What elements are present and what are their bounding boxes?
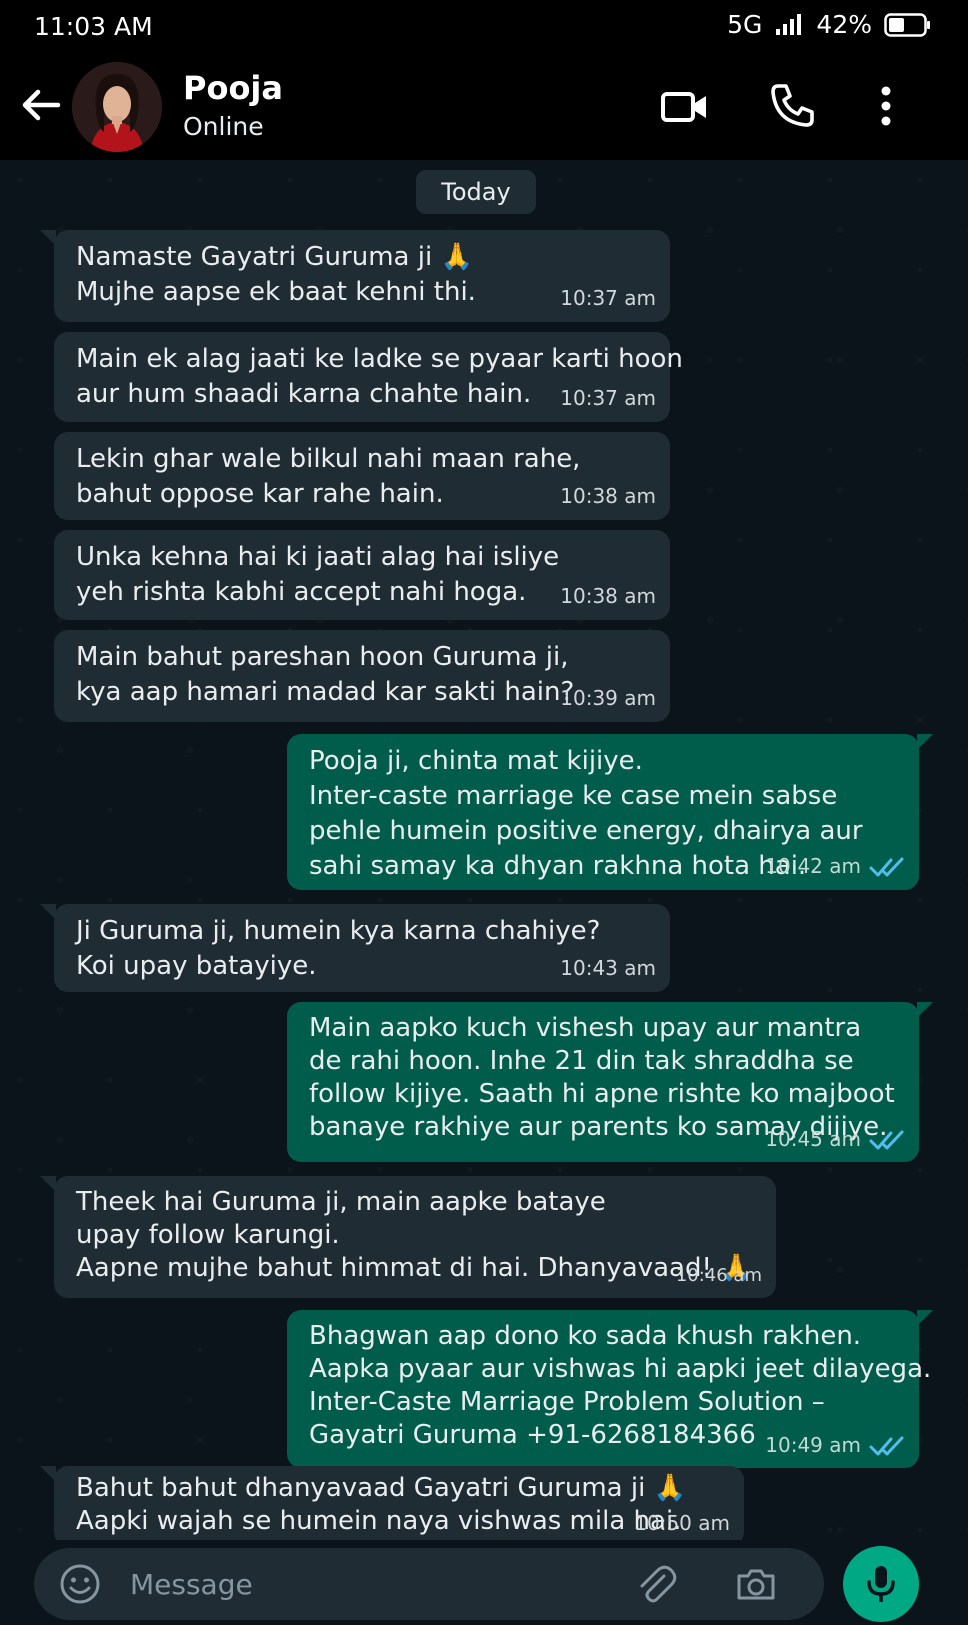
message-line: Inter-caste marriage ke case mein sabse [309,781,838,811]
message-line: Unka kehna hai ki jaati alag hai isliye [76,542,560,572]
status-indicators: 5G 42% [727,10,932,39]
message-line: follow kijiye. Saath hi apne rishte ko m… [309,1079,895,1109]
message-input-box [34,1548,824,1620]
message-meta: 10:45 am [765,1123,905,1156]
double-check-icon [869,1130,904,1149]
more-vert-icon[interactable] [868,82,904,130]
message-bubble-outgoing[interactable]: Main aapko kuch vishesh upay aur mantra … [287,1002,933,1162]
message-meta: 10:38 am [560,479,656,514]
video-call-icon[interactable] [660,82,710,132]
message-line: Namaste Gayatri Guruma ji 🙏 [76,242,473,272]
message-line: de rahi hoon. Inhe 21 din tak shraddha s… [309,1046,854,1076]
message-meta: 10:49 am [765,1429,905,1462]
contact-name[interactable]: Pooja [183,69,283,107]
message-line: Main aapko kuch vishesh upay aur mantra [309,1013,862,1043]
message-meta: 10:37 am [560,381,656,416]
message-line: pehle humein positive energy, dhairya au… [309,816,863,846]
message-bubble-incoming[interactable]: Main bahut pareshan hoon Guruma ji, kya … [54,630,670,722]
message-line: Lekin ghar wale bilkul nahi maan rahe, [76,444,581,474]
mic-icon [867,1566,895,1602]
camera-icon[interactable] [734,1562,778,1606]
message-line: Inter-Caste Marriage Problem Solution – [309,1387,825,1417]
avatar[interactable] [72,62,162,152]
back-arrow-icon[interactable] [18,82,64,128]
message-time: 10:43 am [560,956,656,980]
message-bubble-incoming[interactable]: Theek hai Guruma ji, main aapke bataye u… [40,1176,776,1298]
message-line: Theek hai Guruma ji, main aapke bataye [76,1187,606,1217]
message-bubble-incoming[interactable]: Unka kehna hai ki jaati alag hai isliye … [54,530,670,620]
message-bubble-incoming[interactable]: Main ek alag jaati ke ladke se pyaar kar… [54,332,683,422]
message-bubble-incoming[interactable]: Ji Guruma ji, humein kya karna chahiye? … [40,904,670,992]
message-line: Ji Guruma ji, humein kya karna chahiye? [76,916,601,946]
message-meta: 10:37 am [560,281,656,316]
message-time: 10:50 am [634,1511,730,1535]
message-time: 10:37 am [560,386,656,410]
message-line: Bhagwan aap dono ko sada khush rakhen. [309,1321,862,1351]
message-bubble-incoming[interactable]: Bahut bahut dhanyavaad Gayatri Guruma ji… [40,1466,744,1540]
double-check-icon [869,857,904,876]
attach-icon[interactable] [634,1562,678,1606]
message-line: Bahut bahut dhanyavaad Gayatri Guruma ji… [76,1473,686,1503]
message-time: 10:49 am [765,1433,861,1457]
message-time: 10:45 am [765,1127,861,1151]
message-time: 10:42 am [765,854,861,878]
contact-status: Online [183,112,264,141]
chat-area[interactable]: Today Namaste Gayatri Guruma ji 🙏 Mujhe … [0,160,968,1540]
battery-icon [884,12,930,37]
message-bubble-incoming[interactable]: Namaste Gayatri Guruma ji 🙏 Mujhe aapse … [40,230,670,322]
message-meta: 10:46 am [676,1259,762,1292]
double-check-icon [869,1436,904,1455]
message-meta: 10:43 am [560,951,656,986]
message-time: 10:39 am [560,686,656,710]
message-time: 10:38 am [560,584,656,608]
phone-icon[interactable] [768,80,818,130]
message-meta: 10:39 am [560,681,656,716]
mic-button[interactable] [843,1546,919,1622]
message-bubble-outgoing[interactable]: Bhagwan aap dono ko sada khush rakhen. A… [287,1310,933,1468]
message-line: Aapne mujhe bahut himmat di hai. Dhanyav… [76,1253,753,1283]
message-line: Main bahut pareshan hoon Guruma ji, [76,642,569,672]
message-line: upay follow karungi. [76,1220,340,1250]
message-line: Aapka pyaar aur vishwas hi aapki jeet di… [309,1354,932,1384]
message-time: 10:38 am [560,484,656,508]
message-meta: 10:42 am [765,849,905,884]
message-line: Main ek alag jaati ke ladke se pyaar kar… [76,344,683,374]
message-time: 10:46 am [675,1265,762,1286]
message-bubble-outgoing[interactable]: Pooja ji, chinta mat kijiye. Inter-caste… [287,734,933,890]
battery-label: 42% [816,10,872,39]
message-time: 10:37 am [560,286,656,310]
status-bar: 11:03 AM 5G 42% [0,0,968,52]
message-line: Pooja ji, chinta mat kijiye. [309,746,643,776]
message-line: Aapki wajah se humein naya vishwas mila … [76,1506,682,1536]
date-chip: Today [416,170,536,214]
message-meta: 10:38 am [560,579,656,614]
network-label: 5G [727,10,763,39]
signal-icon [776,13,802,35]
message-meta: 10:50 am [634,1507,730,1540]
message-bubble-incoming[interactable]: Lekin ghar wale bilkul nahi maan rahe, b… [54,432,670,520]
emoji-icon[interactable] [58,1562,102,1606]
message-composer [0,1540,968,1625]
message-input[interactable] [130,1548,600,1620]
chat-header: Pooja Online [0,52,968,160]
status-time: 11:03 AM [34,12,153,41]
